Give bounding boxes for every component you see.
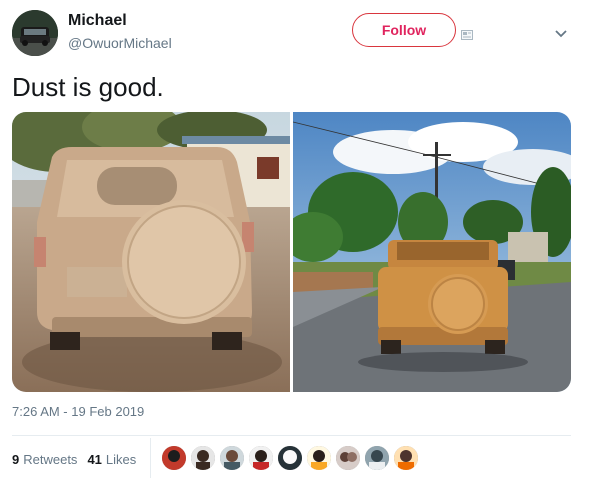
tweet-timestamp[interactable]: 7:26 AM - 19 Feb 2019 <box>12 404 144 419</box>
liker-avatar[interactable] <box>365 446 389 470</box>
tweet-media[interactable] <box>12 112 571 392</box>
liker-avatar[interactable] <box>307 446 331 470</box>
likes-count: 41 <box>87 452 102 467</box>
retweets-label: Retweets <box>23 452 78 467</box>
tweet-text: Dust is good. <box>12 72 164 102</box>
stats-separator <box>150 438 151 478</box>
liker-avatars <box>162 446 418 470</box>
card-icon <box>461 27 473 40</box>
tweet-stats: 9 Retweets 41 Likes <box>12 452 136 467</box>
liker-avatar[interactable] <box>394 446 418 470</box>
liker-avatar[interactable] <box>191 446 215 470</box>
liker-avatar[interactable] <box>162 446 186 470</box>
photo-dusty-suv-parked[interactable] <box>12 112 290 392</box>
chevron-down-icon[interactable] <box>554 26 568 38</box>
likes-label: Likes <box>105 452 137 467</box>
retweets-count: 9 <box>12 452 20 467</box>
liker-avatar[interactable] <box>278 446 302 470</box>
user-handle[interactable]: @OwuorMichael <box>68 35 172 51</box>
user-name[interactable]: Michael <box>68 12 127 30</box>
liker-avatar[interactable] <box>336 446 360 470</box>
likes-stat[interactable]: 41 Likes <box>87 452 136 467</box>
liker-avatar[interactable] <box>220 446 244 470</box>
photo-dusty-suv-road[interactable] <box>293 112 571 392</box>
avatar[interactable] <box>12 10 58 56</box>
follow-button[interactable]: Follow <box>352 13 456 47</box>
divider <box>12 435 571 436</box>
retweets-stat[interactable]: 9 Retweets <box>12 452 77 467</box>
liker-avatar[interactable] <box>249 446 273 470</box>
